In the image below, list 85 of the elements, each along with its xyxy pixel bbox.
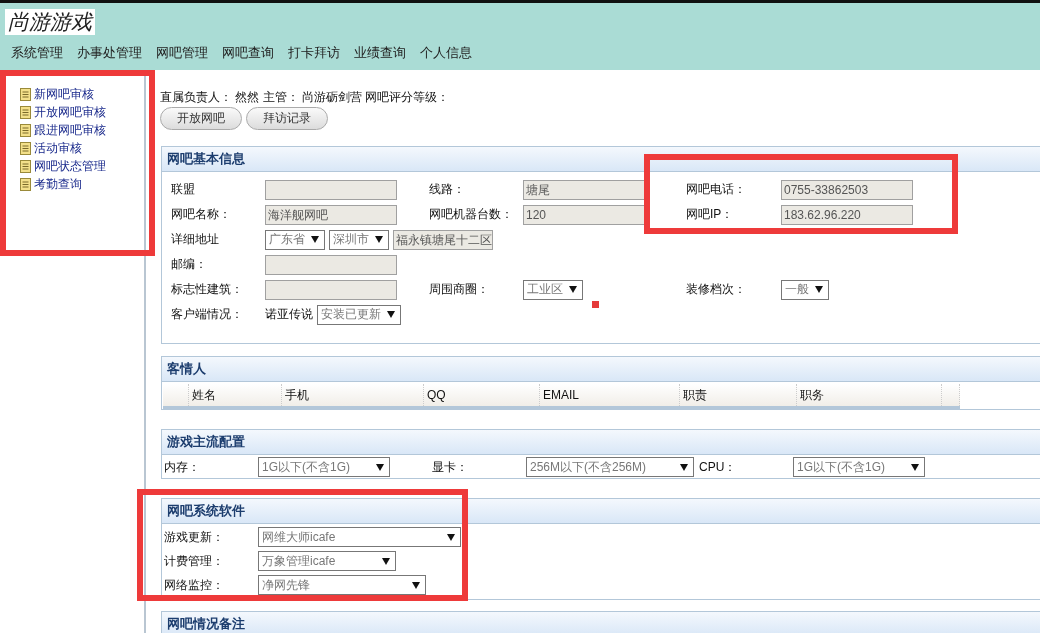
sidebar-link[interactable]: 新网吧审核 — [34, 85, 94, 103]
dropdown[interactable]: 256M以下(不含256M) — [526, 457, 694, 477]
field-label: 周围商圈： — [429, 281, 490, 298]
field-label: 网吧IP： — [686, 206, 735, 223]
dropdown[interactable]: 网维大师icafe — [258, 527, 461, 547]
menu-item[interactable]: 个人信息 — [420, 44, 472, 62]
column-header: EMAIL — [543, 388, 579, 402]
menu-item[interactable]: 办事处管理 — [77, 44, 142, 62]
caret-icon — [375, 236, 383, 243]
field-label: 邮编： — [171, 256, 208, 273]
field-label: 标志性建筑： — [171, 281, 244, 298]
menu-item[interactable]: 系统管理 — [11, 44, 63, 62]
sidebar-link[interactable]: 活动审核 — [34, 139, 82, 157]
sidebar-link[interactable]: 开放网吧审核 — [34, 103, 106, 121]
dropdown[interactable]: 广东省 — [265, 229, 325, 250]
caret-icon — [447, 533, 455, 541]
section-title: 网吧情况备注 — [162, 612, 1040, 633]
caret-icon — [376, 463, 384, 471]
field-label: CPU： — [699, 458, 738, 476]
field-label: 联盟 — [171, 181, 196, 198]
text-field[interactable]: 福永镇塘尾十二区 — [393, 229, 493, 250]
field-label: 线路： — [429, 181, 466, 198]
caret-icon — [569, 286, 577, 293]
marker-square — [592, 301, 599, 308]
dropdown[interactable]: 1G以下(不含1G) — [793, 457, 925, 477]
dropdown[interactable]: 万象管理icafe — [258, 551, 396, 571]
field-label: 详细地址 — [171, 231, 220, 248]
field-label: 客户端情况： — [171, 306, 244, 323]
field-label: 网吧名称： — [171, 206, 232, 223]
section-title: 游戏主流配置 — [162, 430, 1040, 455]
column-header: 姓名 — [192, 386, 216, 404]
dropdown[interactable]: 安装已更新 — [317, 304, 401, 325]
section-title: 客情人 — [162, 357, 1040, 382]
client-name: 诺亚传说 — [265, 306, 313, 323]
sidebar-link[interactable]: 网吧状态管理 — [34, 157, 106, 175]
dropdown[interactable]: 深圳市 — [329, 229, 389, 250]
field-label: 网络监控： — [164, 576, 225, 594]
text-field[interactable] — [265, 179, 397, 200]
document-icon — [20, 87, 31, 101]
text-field[interactable] — [265, 254, 397, 275]
field-label: 装修档次： — [686, 281, 747, 298]
text-field[interactable]: 海洋舰网吧 — [265, 204, 397, 225]
field-label: 网吧电话： — [686, 181, 747, 198]
menu-item[interactable]: 网吧查询 — [222, 44, 274, 62]
section-title: 网吧基本信息 — [162, 147, 1040, 172]
caret-icon — [382, 557, 390, 565]
menu-item[interactable]: 业绩查询 — [354, 44, 406, 62]
caret-icon — [680, 463, 688, 471]
field-label: 计费管理： — [164, 552, 225, 570]
column-header: QQ — [427, 388, 446, 402]
text-field[interactable]: 183.62.96.220 — [781, 204, 913, 225]
menu-item[interactable]: 打卡拜访 — [288, 44, 340, 62]
document-icon — [20, 123, 31, 137]
menu-item[interactable]: 网吧管理 — [156, 44, 208, 62]
field-label: 内存： — [164, 458, 201, 476]
field-label: 游戏更新： — [164, 528, 225, 546]
dropdown[interactable]: 1G以下(不含1G) — [258, 457, 390, 477]
caret-icon — [412, 581, 420, 589]
column-header: 职务 — [800, 386, 824, 404]
summary-text: 直属负责人： 然然 主管： 尚游砺剑营 网吧评分等级： — [160, 90, 451, 104]
caret-icon — [387, 311, 395, 318]
sidebar-link[interactable]: 考勤查询 — [34, 175, 82, 193]
document-icon — [20, 141, 31, 155]
text-field[interactable]: 塘尾 — [523, 179, 647, 200]
dropdown[interactable]: 净网先锋 — [258, 575, 426, 595]
column-header: 职责 — [683, 386, 707, 404]
field-label: 显卡： — [432, 458, 469, 476]
document-icon — [20, 177, 31, 191]
dropdown[interactable]: 工业区 — [523, 279, 583, 300]
column-header: 手机 — [285, 386, 309, 404]
document-icon — [20, 159, 31, 173]
text-field[interactable]: 120 — [523, 204, 647, 225]
sidebar-link[interactable]: 跟进网吧审核 — [34, 121, 106, 139]
caret-icon — [815, 286, 823, 293]
dropdown[interactable]: 一般 — [781, 279, 829, 300]
caret-icon — [311, 236, 319, 243]
section-title: 网吧系统软件 — [162, 499, 1040, 524]
action-button[interactable]: 拜访记录 — [246, 107, 328, 130]
field-label: 网吧机器台数： — [429, 206, 514, 223]
logo: 尚游游戏 — [5, 9, 95, 35]
action-button[interactable]: 开放网吧 — [160, 107, 242, 130]
caret-icon — [911, 463, 919, 471]
text-field[interactable]: 0755-33862503 — [781, 179, 913, 200]
document-icon — [20, 105, 31, 119]
text-field[interactable] — [265, 279, 397, 300]
